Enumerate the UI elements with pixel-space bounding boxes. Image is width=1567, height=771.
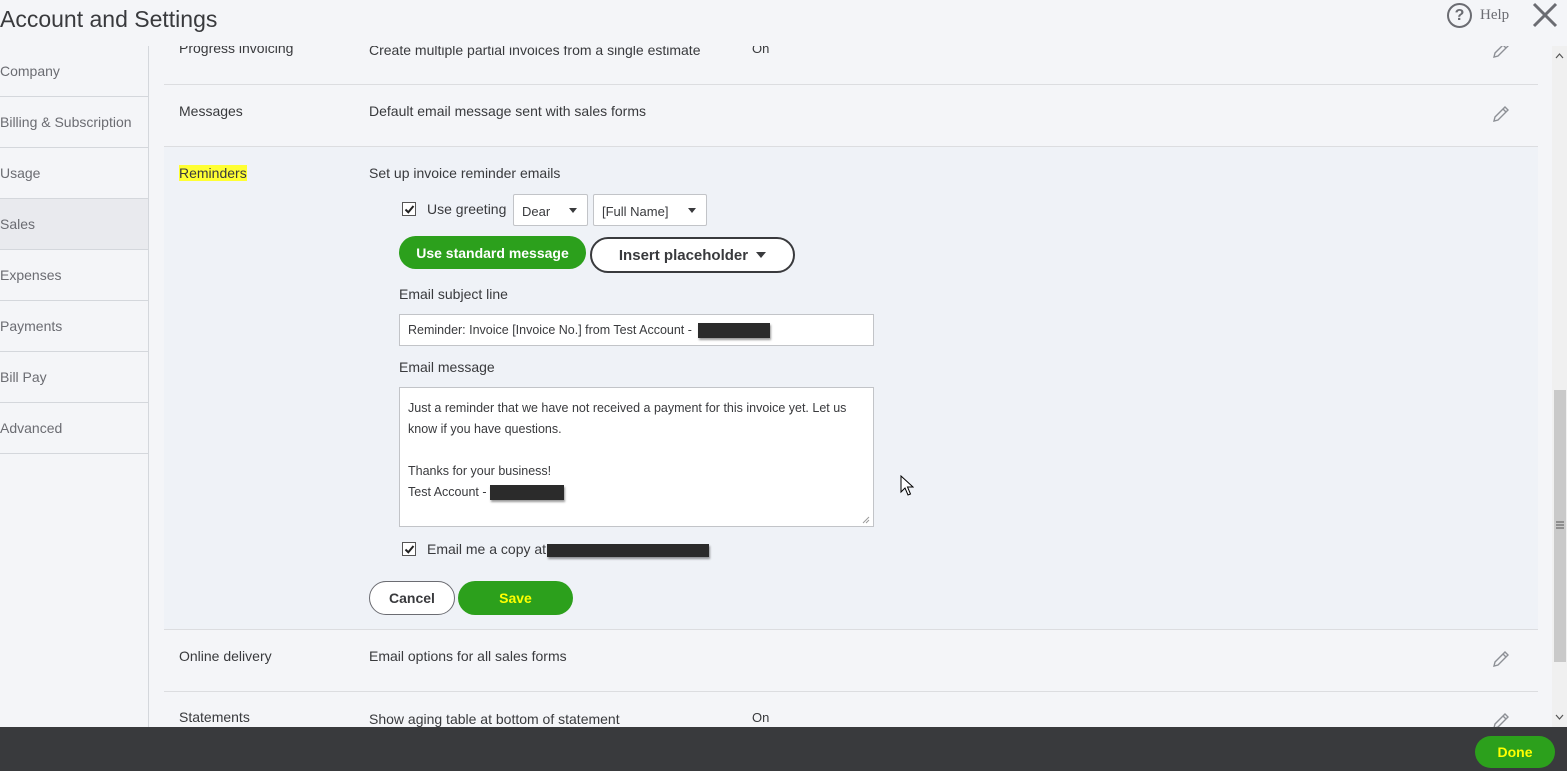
checkmark-icon xyxy=(404,545,415,554)
row-label: Statements xyxy=(179,709,250,725)
messages-row[interactable]: Messages Default email message sent with… xyxy=(164,85,1538,147)
page-title: Account and Settings xyxy=(0,6,218,32)
sidebar-item-advanced[interactable]: Advanced xyxy=(0,403,148,454)
greeting-value: Dear xyxy=(522,204,551,219)
sales-settings-content: Progress invoicing Create multiple parti… xyxy=(164,46,1538,727)
sidebar-item-payments[interactable]: Payments xyxy=(0,301,148,352)
sidebar-item-label: Payments xyxy=(0,318,63,334)
cancel-button[interactable]: Cancel xyxy=(369,581,455,615)
row-status: On xyxy=(752,710,770,725)
email-message-label: Email message xyxy=(399,359,495,375)
online-delivery-row[interactable]: Online delivery Email options for all sa… xyxy=(164,630,1538,692)
save-button[interactable]: Save xyxy=(458,581,573,615)
row-label: Online delivery xyxy=(179,648,272,664)
sidebar-item-label: Bill Pay xyxy=(0,369,47,385)
row-desc: Show aging table at bottom of statement xyxy=(369,711,620,727)
sidebar-item-company[interactable]: Company xyxy=(0,46,148,97)
use-standard-message-button[interactable]: Use standard message xyxy=(399,236,586,269)
redaction-block xyxy=(489,485,564,501)
email-message-text: Just a reminder that we have not receive… xyxy=(408,401,847,499)
pencil-icon[interactable] xyxy=(1491,649,1511,669)
subject-line-input[interactable]: Reminder: Invoice [Invoice No.] from Tes… xyxy=(399,314,874,346)
chevron-down-icon xyxy=(688,208,696,213)
insert-placeholder-label: Insert placeholder xyxy=(618,246,749,264)
row-desc: Email options for all sales forms xyxy=(369,648,567,664)
resize-handle-icon[interactable] xyxy=(861,515,870,524)
pencil-icon[interactable] xyxy=(1491,46,1511,60)
sidebar-item-bill-pay[interactable]: Bill Pay xyxy=(0,352,148,403)
email-copy-label: Email me a copy at xyxy=(427,541,710,557)
sidebar-item-label: Expenses xyxy=(0,267,62,283)
sidebar-item-sales[interactable]: Sales xyxy=(0,199,148,250)
header: Account and Settings ? Help xyxy=(0,0,1567,46)
email-message-textarea[interactable]: Just a reminder that we have not receive… xyxy=(399,387,874,527)
footer-bar: Done xyxy=(0,727,1567,771)
statements-row[interactable]: Statements Show aging table at bottom of… xyxy=(164,692,1538,727)
chevron-down-icon xyxy=(756,252,767,258)
redaction-block xyxy=(547,543,710,557)
row-status: On xyxy=(752,46,770,56)
scrollbar-thumb[interactable] xyxy=(1554,390,1566,662)
reminders-row: Reminders Set up invoice reminder emails… xyxy=(164,147,1538,630)
email-copy-text: Email me a copy at xyxy=(427,541,547,557)
grip-icon xyxy=(1556,521,1564,529)
subject-line-label: Email subject line xyxy=(399,286,508,302)
use-greeting-checkbox[interactable] xyxy=(402,202,416,216)
sidebar-item-expenses[interactable]: Expenses xyxy=(0,250,148,301)
row-desc: Set up invoice reminder emails xyxy=(369,165,561,181)
pencil-icon[interactable] xyxy=(1491,711,1511,727)
row-desc: Default email message sent with sales fo… xyxy=(369,103,646,119)
sidebar-item-label: Billing & Subscription xyxy=(0,114,132,130)
help-button[interactable]: ? Help xyxy=(1447,3,1509,28)
vertical-scrollbar[interactable] xyxy=(1552,46,1567,727)
progress-invoicing-row[interactable]: Progress invoicing Create multiple parti… xyxy=(164,46,1538,85)
reminders-label: Reminders xyxy=(179,165,247,181)
email-copy-checkbox[interactable] xyxy=(402,542,416,556)
scroll-up-icon[interactable] xyxy=(1555,52,1564,61)
use-greeting-label: Use greeting xyxy=(427,201,507,217)
redaction-block xyxy=(698,323,771,339)
name-format-select[interactable]: [Full Name] xyxy=(593,194,707,226)
name-format-value: [Full Name] xyxy=(602,204,669,219)
sidebar-item-label: Usage xyxy=(0,165,41,181)
sidebar-item-label: Advanced xyxy=(0,420,63,436)
sidebar-item-usage[interactable]: Usage xyxy=(0,148,148,199)
scroll-down-icon[interactable] xyxy=(1555,712,1564,721)
row-label: Messages xyxy=(179,103,243,119)
help-label: Help xyxy=(1480,7,1510,23)
row-label: Progress invoicing xyxy=(179,46,294,56)
settings-page: Account and Settings ? Help Company Bill… xyxy=(0,0,1567,771)
mouse-cursor-icon xyxy=(900,475,914,496)
checkmark-icon xyxy=(404,205,415,214)
pencil-icon[interactable] xyxy=(1491,104,1511,124)
chevron-down-icon xyxy=(569,208,577,213)
greeting-select[interactable]: Dear xyxy=(513,194,588,226)
subject-line-value: Reminder: Invoice [Invoice No.] from Tes… xyxy=(408,323,692,337)
settings-sidebar: Company Billing & Subscription Usage Sal… xyxy=(0,46,149,727)
sidebar-item-billing[interactable]: Billing & Subscription xyxy=(0,97,148,148)
help-icon: ? xyxy=(1447,3,1472,28)
sidebar-item-label: Sales xyxy=(0,216,36,232)
row-desc: Create multiple partial invoices from a … xyxy=(369,46,701,58)
close-icon[interactable] xyxy=(1530,0,1560,30)
done-button[interactable]: Done xyxy=(1475,736,1555,768)
row-label: Reminders xyxy=(179,165,247,181)
insert-placeholder-button[interactable]: Insert placeholder xyxy=(590,237,795,273)
sidebar-item-label: Company xyxy=(0,63,60,79)
